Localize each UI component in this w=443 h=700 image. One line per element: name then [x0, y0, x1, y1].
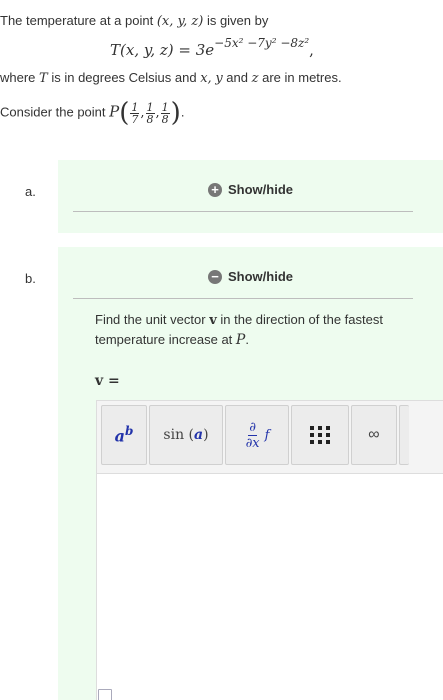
prompt-text: Find the unit vector [95, 312, 206, 327]
part-b-label: b. [25, 271, 36, 286]
question-line-4: Consider the point P(1 7, 1 8, 1 8). [0, 98, 184, 128]
show-hide-label: Show/hide [228, 182, 293, 197]
power-button[interactable]: ab [101, 405, 147, 465]
part-a-panel: + Show/hide [58, 160, 443, 233]
part-b-toggle[interactable]: − Show/hide [58, 269, 443, 284]
deriv-frac: ∂ ∂x [246, 420, 260, 451]
frac-num: 1 [145, 100, 155, 114]
comma: , [140, 105, 145, 121]
part-a-label: a. [25, 184, 36, 199]
sin-arg: a [194, 427, 204, 443]
units-text: is in degrees Celsius and [51, 70, 197, 85]
sin-icon: sin (a) [163, 427, 209, 443]
part-b-panel: − Show/hide Find the unit vector v in th… [58, 247, 443, 700]
var-x: x, [200, 71, 212, 86]
period: . [180, 104, 185, 120]
consider-text: Consider the point [0, 104, 106, 120]
and-text: and [226, 70, 248, 85]
frac-num: 1 [130, 100, 140, 114]
point-variables: (x, y, z) [156, 14, 204, 29]
metres-text: are in metres. [262, 70, 342, 85]
period: . [245, 332, 249, 347]
deriv-f: f [264, 427, 270, 443]
infinity-icon: ∞ [368, 426, 380, 443]
matrix-grid-icon [309, 426, 331, 444]
frac-den: 8 [161, 112, 169, 126]
part-b-prompt: Find the unit vector v in the direction … [95, 310, 405, 350]
comma: , [155, 105, 160, 121]
power-exp: b [124, 424, 134, 439]
frac-den: 8 [146, 112, 154, 126]
point-y-fraction: 18 [145, 100, 155, 126]
formula-comma: , [309, 41, 314, 59]
temperature-formula: T(x, y, z) = 3e−5x² −7y² −8z², [110, 36, 314, 59]
where-text: where [0, 70, 36, 85]
question-line-1: The temperature at a point (x, y, z) is … [0, 13, 268, 29]
divider [73, 298, 413, 299]
formula-exponent: −5x² −7y² −8z² [214, 36, 310, 50]
show-hide-label: Show/hide [228, 269, 293, 284]
frac-num: 1 [160, 100, 170, 114]
math-editor: ab sin (a) ∂ ∂x f ∞ [96, 400, 443, 700]
question-line-3: where T is in degrees Celsius and x, y a… [0, 70, 342, 86]
close-paren: ) [170, 98, 181, 128]
matrix-button[interactable] [291, 405, 349, 465]
partial-derivative-icon: ∂ ∂x f [245, 420, 270, 451]
var-P: P [235, 332, 246, 348]
deriv-num: ∂ [248, 419, 257, 436]
point-x-fraction: 17 [130, 100, 140, 126]
answer-input-area[interactable] [97, 473, 443, 700]
infinity-button[interactable]: ∞ [351, 405, 397, 465]
question-text-end: is given by [206, 13, 269, 28]
answer-label: v = [95, 373, 120, 389]
open-paren: ( [119, 98, 130, 128]
part-a-toggle[interactable]: + Show/hide [58, 182, 443, 197]
more-tools-button[interactable] [399, 405, 409, 465]
question-text: The temperature at a point [0, 13, 154, 28]
document-icon[interactable] [98, 689, 112, 700]
deriv-den: ∂x [245, 435, 260, 451]
var-T: T [39, 71, 48, 86]
var-y: y [215, 71, 223, 86]
divider [73, 211, 413, 212]
frac-den: 7 [131, 112, 139, 126]
sin-fn: sin [163, 427, 185, 443]
var-z: z [251, 71, 259, 86]
formula-lhs: T(x, y, z) = 3e [110, 41, 215, 59]
point-z-fraction: 18 [160, 100, 170, 126]
var-P: P [109, 102, 120, 121]
minus-circle-icon: − [208, 269, 222, 284]
power-base: a [114, 426, 125, 446]
function-button[interactable]: sin (a) [149, 405, 223, 465]
power-icon: ab [115, 424, 134, 445]
vector-v: v [209, 313, 217, 328]
derivative-button[interactable]: ∂ ∂x f [225, 405, 289, 465]
plus-circle-icon: + [208, 182, 222, 197]
